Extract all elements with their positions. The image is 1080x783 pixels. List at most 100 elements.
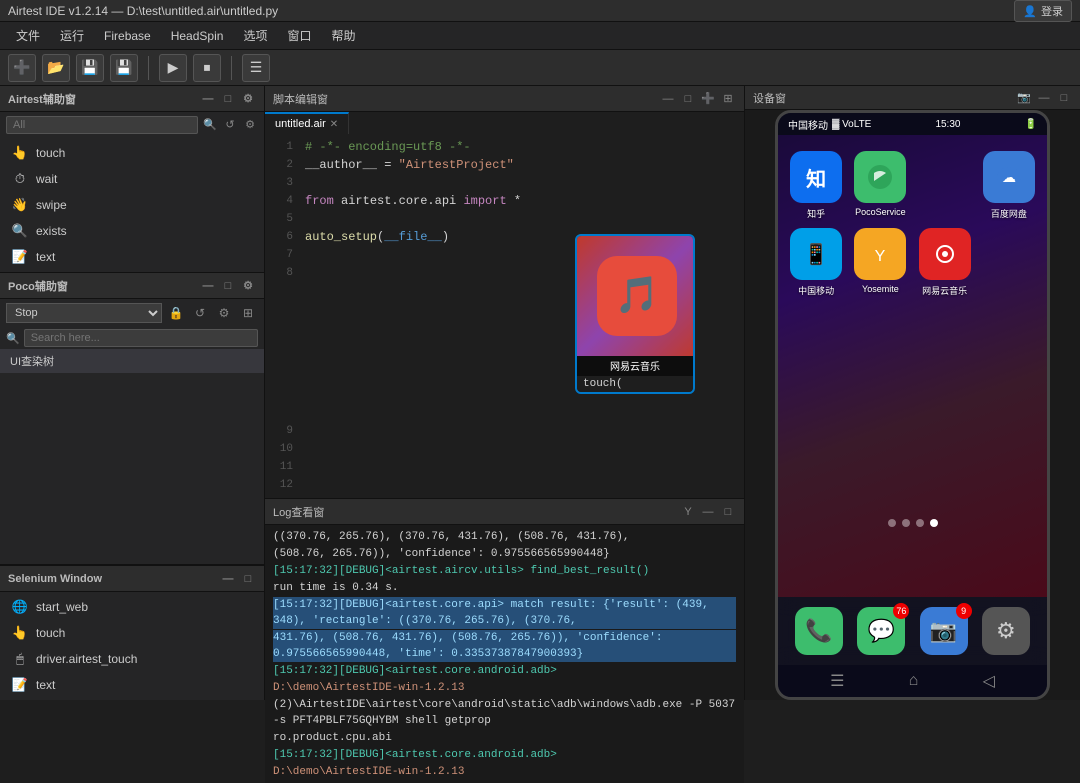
airtest-refresh-btn[interactable]: ↺ <box>222 116 238 132</box>
tab-untitled[interactable]: untitled.air ✕ <box>265 112 349 134</box>
home-btn[interactable]: ⌂ <box>909 672 919 690</box>
menu-button[interactable]: ☰ <box>242 54 270 82</box>
dock-settings[interactable]: ⚙ <box>982 607 1030 655</box>
tab-close-btn[interactable]: ✕ <box>330 119 338 130</box>
log-expand-btn[interactable]: □ <box>720 504 736 520</box>
code-line-3: 3 <box>265 174 744 192</box>
menu-file[interactable]: 文件 <box>8 25 48 46</box>
poco-mode-select[interactable]: Stop <box>6 303 162 323</box>
poco-settings-icon[interactable]: ⚙ <box>214 303 234 323</box>
save-button[interactable]: 💾 <box>76 54 104 82</box>
exists-icon: 🔍 <box>12 223 28 239</box>
menu-btn[interactable]: ☰ <box>830 671 844 691</box>
airtest-search-input[interactable] <box>6 116 198 134</box>
editor-add-btn[interactable]: ➕ <box>700 91 716 107</box>
device-minimize-btn[interactable]: — <box>1036 90 1052 106</box>
baidu-icon: ☁ <box>983 151 1035 203</box>
menu-options[interactable]: 选项 <box>235 25 275 46</box>
dot4 <box>930 519 938 527</box>
app-163music[interactable]: 网易云音乐 <box>917 228 973 297</box>
back-btn[interactable]: ◁ <box>983 671 995 691</box>
airtest-item-exists[interactable]: 🔍 exists <box>0 218 264 244</box>
selenium-item-start-web[interactable]: 🌐 start_web <box>0 594 264 620</box>
device-content: 中国移动 ▓ VoLTE 15:30 🔋 知 知乎 <box>745 110 1080 700</box>
poco-lock-btn[interactable]: 🔒 <box>166 303 186 323</box>
selenium-expand-btn[interactable]: □ <box>240 571 256 587</box>
airtest-item-text[interactable]: 📝 text <box>0 244 264 270</box>
log-line-highlight: 431.76), (508.76, 431.76), (508.76, 265.… <box>273 630 736 662</box>
menu-firebase[interactable]: Firebase <box>96 27 159 45</box>
log-content-area: ((370.76, 265.76), (370.76, 431.76), (50… <box>265 525 744 783</box>
poco-layout-btn[interactable]: ⊞ <box>238 303 258 323</box>
selenium-item-driver-touch[interactable]: 🖱 driver.airtest_touch <box>0 646 264 672</box>
airtest-minimize-btn[interactable]: — <box>200 91 216 107</box>
airtest-item-wait[interactable]: ⏱ wait <box>0 166 264 192</box>
app-baidu[interactable]: ☁ 百度网盘 <box>981 151 1037 220</box>
code-line-5: 5 <box>265 210 744 228</box>
airtest-item-swipe[interactable]: 👋 swipe <box>0 192 264 218</box>
app-cmcc[interactable]: 📱 中国移动 <box>788 228 844 297</box>
touch-popup: 🎵 网易云音乐 touch( <box>575 234 695 394</box>
device-expand-btn[interactable]: □ <box>1056 90 1072 106</box>
menu-run[interactable]: 运行 <box>52 25 92 46</box>
editor-menu-btn[interactable]: ⊞ <box>720 91 736 107</box>
device-screenshot-btn[interactable]: 📷 <box>1016 90 1032 106</box>
new-file-button[interactable]: ➕ <box>8 54 36 82</box>
log-filter-btn[interactable]: Y <box>680 504 696 520</box>
carrier-label: 中国移动 <box>788 117 828 132</box>
airtest-search-row: 🔍 ↺ ⚙ <box>0 112 264 138</box>
selenium-item-touch[interactable]: 👆 touch <box>0 620 264 646</box>
save-as-button[interactable]: 💾 <box>110 54 138 82</box>
editor-minimize-btn[interactable]: — <box>660 91 676 107</box>
selenium-minimize-btn[interactable]: — <box>220 571 236 587</box>
app-zhihu[interactable]: 知 知乎 <box>788 151 844 220</box>
code-editor-area[interactable]: 1 # -*- encoding=utf8 -*- 2 __author__ =… <box>265 134 744 498</box>
camera-badge: 9 <box>956 603 972 619</box>
touch-code-preview: touch( <box>577 376 693 392</box>
open-file-button[interactable]: 📂 <box>42 54 70 82</box>
airtest-expand-btn[interactable]: □ <box>220 91 236 107</box>
login-button[interactable]: 👤 登录 <box>1014 0 1072 22</box>
search-icon: 🔍 <box>6 332 20 345</box>
touch-icon: 👆 <box>12 145 28 161</box>
dock-camera[interactable]: 📷 9 <box>920 607 968 655</box>
titlebar: Airtest IDE v1.2.14 — D:\test\untitled.a… <box>0 0 1080 22</box>
code-line-2: 2 __author__ = "AirtestProject" <box>265 156 744 174</box>
airtest-settings-btn[interactable]: ⚙ <box>240 91 256 107</box>
driver-icon: 🖱 <box>12 651 28 667</box>
code-line-4: 4 from airtest.core.api import * <box>265 192 744 210</box>
zhihu-icon: 知 <box>790 151 842 203</box>
163music-icon <box>919 228 971 280</box>
poco-settings-btn[interactable]: ⚙ <box>240 278 256 294</box>
menu-headspin[interactable]: HeadSpin <box>163 27 232 45</box>
poco-expand-btn[interactable]: □ <box>220 278 236 294</box>
app-poco[interactable]: PocoService <box>852 151 908 220</box>
menu-help[interactable]: 帮助 <box>323 25 363 46</box>
log-minimize-btn[interactable]: — <box>700 504 716 520</box>
log-line-path: D:\demo\AirtestIDE-win-1.2.13 <box>273 680 736 696</box>
toolbar: ➕ 📂 💾 💾 ▶ ⏹ ☰ <box>0 50 1080 86</box>
poco-tree-item[interactable]: UI查染树 <box>0 349 264 373</box>
poco-minimize-btn[interactable]: — <box>200 278 216 294</box>
airtest-item-touch[interactable]: 👆 touch <box>0 140 264 166</box>
airtest-settings-icon[interactable]: ⚙ <box>242 116 258 132</box>
poco-search-input[interactable] <box>24 329 258 347</box>
dock-messages[interactable]: 💬 76 <box>857 607 905 655</box>
log-line: ro.product.cpu.abi <box>273 730 736 746</box>
poco-refresh-btn[interactable]: ↺ <box>190 303 210 323</box>
stop-button[interactable]: ⏹ <box>193 54 221 82</box>
svg-text:☁: ☁ <box>1002 169 1016 185</box>
phone-mockup: 中国移动 ▓ VoLTE 15:30 🔋 知 知乎 <box>775 110 1050 700</box>
toolbar-separator <box>148 56 149 80</box>
airtest-search-btn[interactable]: 🔍 <box>202 116 218 132</box>
phone-screen[interactable]: 知 知乎 PocoService <box>778 135 1047 597</box>
run-button[interactable]: ▶ <box>159 54 187 82</box>
editor-expand-btn[interactable]: □ <box>680 91 696 107</box>
selenium-item-text[interactable]: 📝 text <box>0 672 264 698</box>
app-yosemite[interactable]: Y Yosemite <box>852 228 908 297</box>
menu-window[interactable]: 窗口 <box>279 25 319 46</box>
battery-icon: 🔋 <box>1025 119 1037 130</box>
dot2 <box>902 519 910 527</box>
device-panel-header: 设备窗 📷 — □ <box>745 86 1080 110</box>
dock-phone[interactable]: 📞 <box>795 607 843 655</box>
